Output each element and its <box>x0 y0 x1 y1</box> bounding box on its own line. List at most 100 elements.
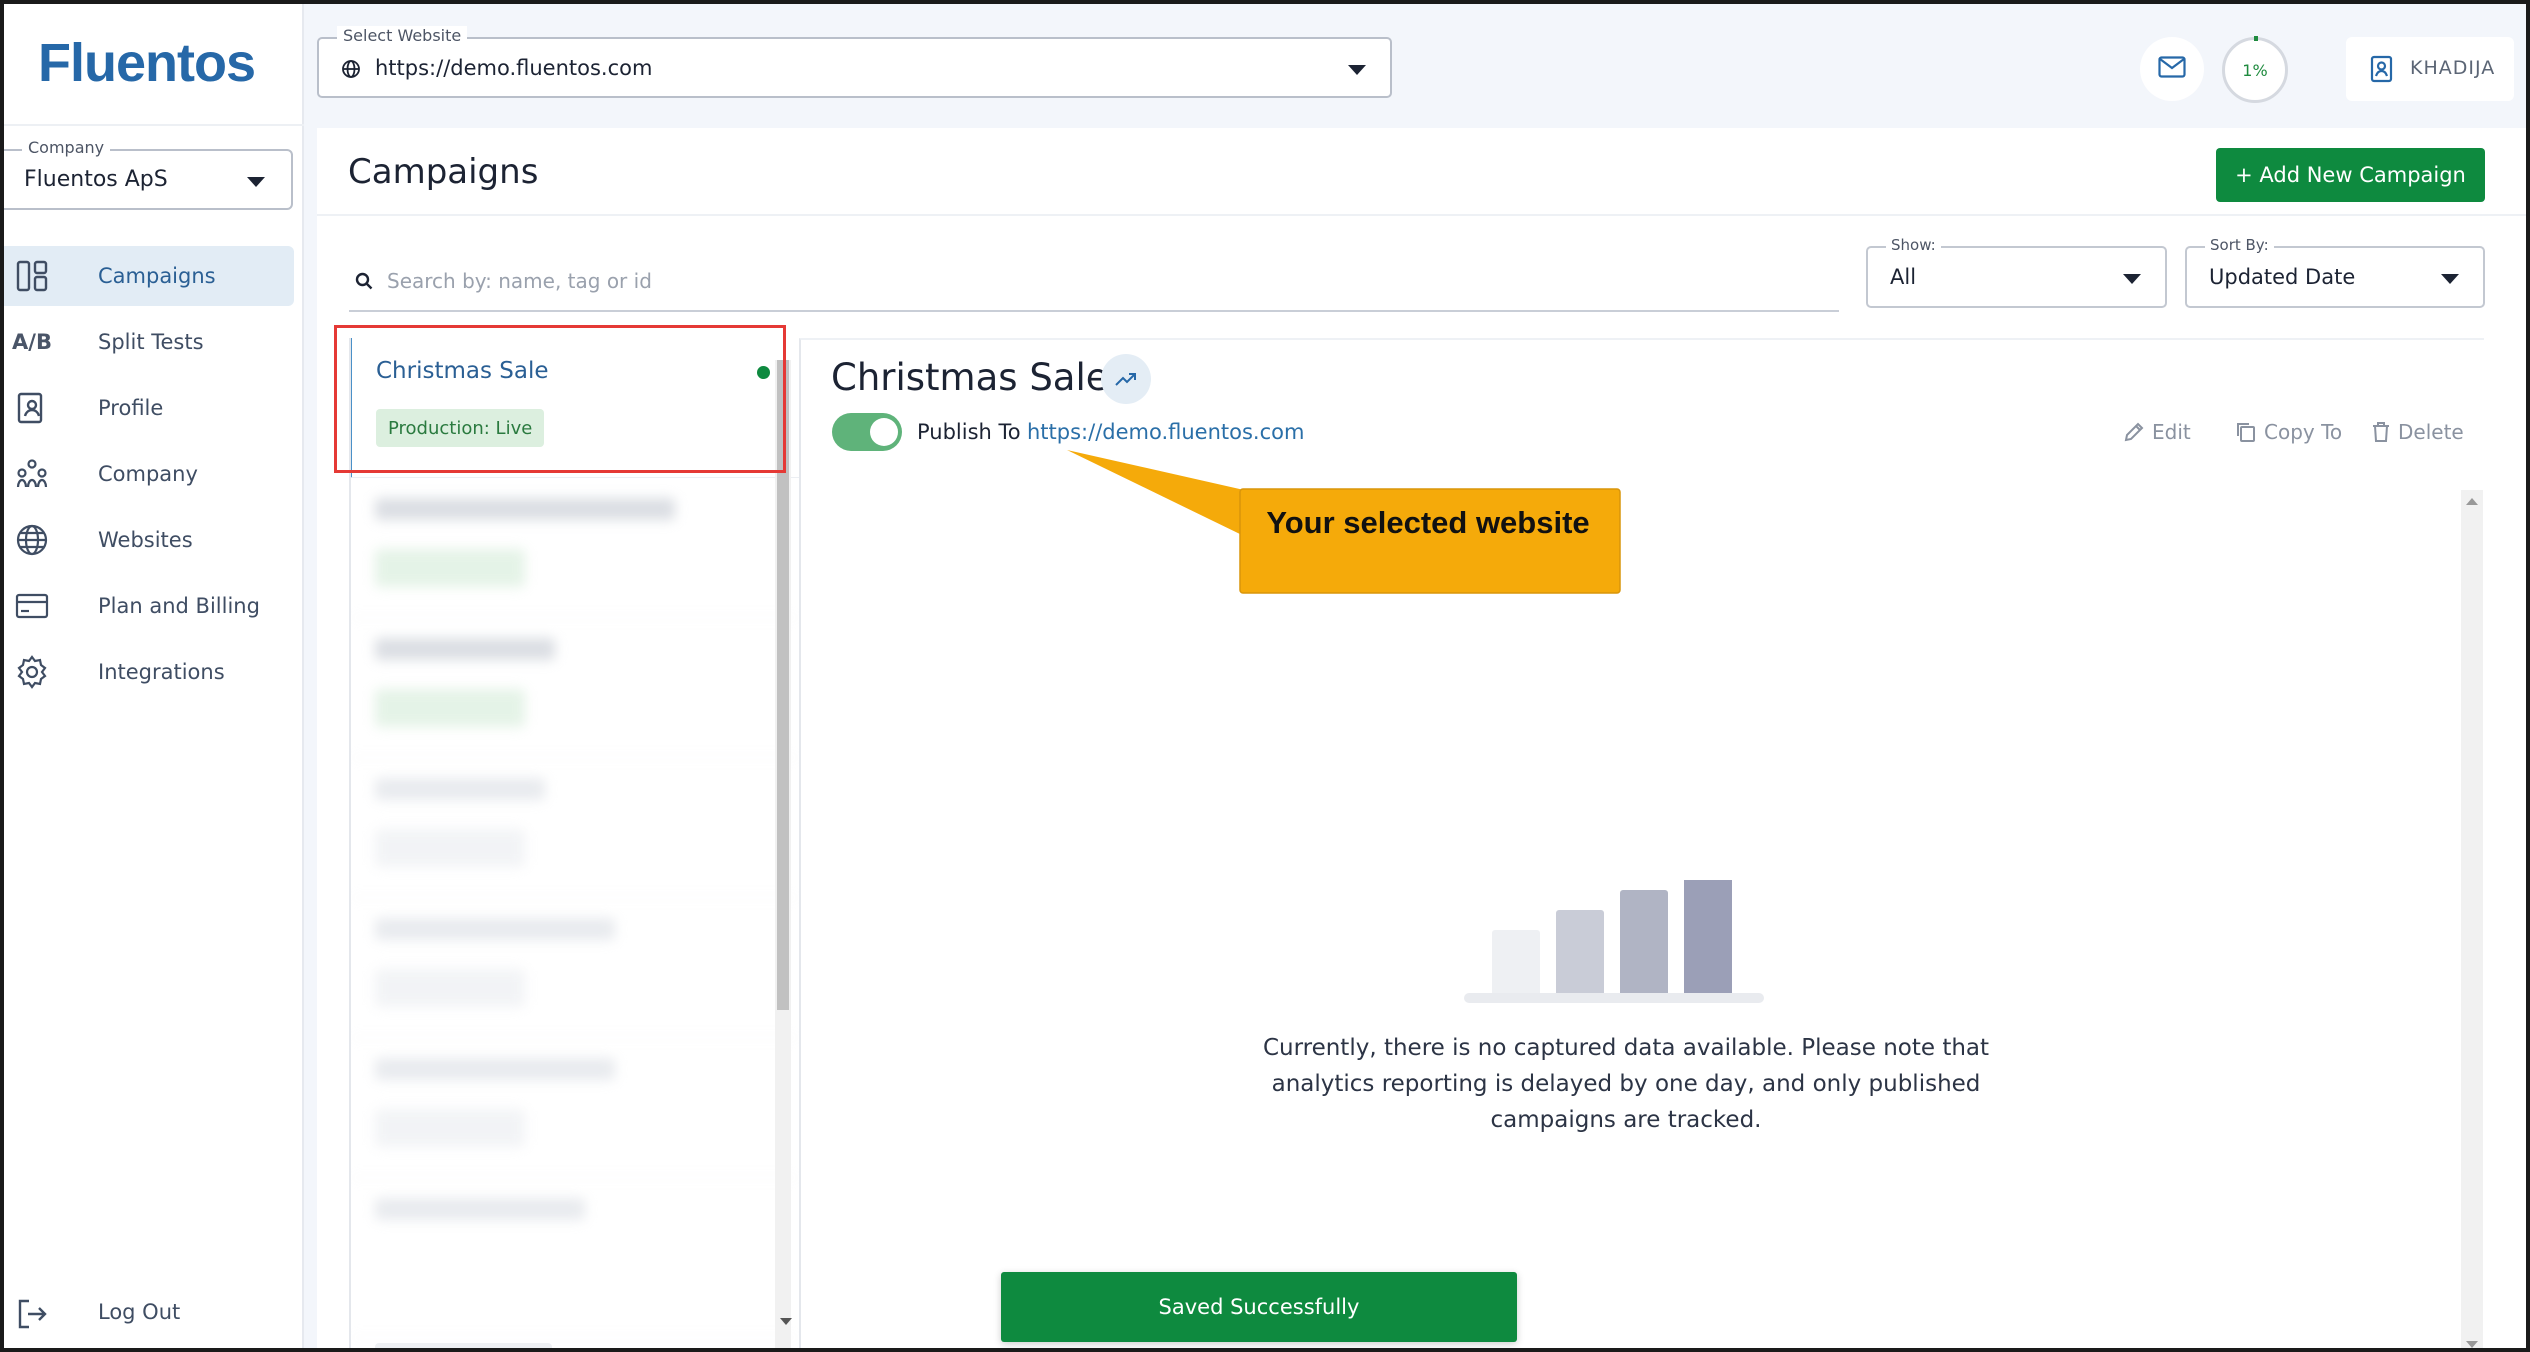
page-title: Campaigns <box>348 152 539 192</box>
copy-icon <box>2237 423 2255 442</box>
campaign-title: Christmas Sale <box>831 356 1109 399</box>
progress-arc <box>2254 36 2258 41</box>
empty-chart-illustration <box>1464 872 1764 1009</box>
company-select-value: Fluentos ApS <box>24 167 168 192</box>
gear-icon <box>14 654 50 690</box>
search-bar <box>349 252 1839 312</box>
detail-scrollbar[interactable] <box>2461 490 2483 1348</box>
sidebar-item-label: Integrations <box>98 660 225 684</box>
sidebar-item-company[interactable]: Company <box>4 444 294 504</box>
sidebar-item-integrations[interactable]: Integrations <box>4 642 294 702</box>
sidebar-item-label: Split Tests <box>98 330 204 354</box>
sidebar-item-label: Campaigns <box>98 264 216 288</box>
main-panel: Campaigns + Add New Campaign Show: All S… <box>317 128 2526 1348</box>
callout-label: Your selected website <box>1266 505 1590 540</box>
publish-toggle[interactable] <box>832 413 902 451</box>
chevron-down-icon <box>2441 274 2459 284</box>
campaign-list-item[interactable] <box>351 898 799 1038</box>
company-select-label: Company <box>22 138 111 157</box>
toggle-knob <box>870 418 898 446</box>
show-filter-select[interactable]: Show: All <box>1866 236 2167 308</box>
highlight-box <box>334 325 786 473</box>
logout-label: Log Out <box>98 1300 181 1324</box>
copy-to-button[interactable]: Copy To <box>2235 420 2342 444</box>
campaign-list-item[interactable] <box>351 478 799 618</box>
logout-button[interactable]: Log Out <box>4 1284 294 1344</box>
company-select[interactable]: Company Fluentos ApS <box>4 138 293 210</box>
sidebar-item-label: Plan and Billing <box>98 594 260 618</box>
status-badge <box>375 1109 525 1147</box>
edit-label: Edit <box>2152 420 2191 444</box>
publish-url-link[interactable]: https://demo.fluentos.com <box>1027 420 1304 444</box>
campaign-list-scrollbar[interactable] <box>775 360 791 1348</box>
campaign-detail: Christmas Sale Publish To https://demo.f… <box>799 338 2484 1348</box>
sidebar-item-profile[interactable]: Profile <box>4 378 294 438</box>
progress-value: 1% <box>2242 60 2268 80</box>
mail-button[interactable] <box>2140 37 2204 101</box>
edit-button[interactable]: Edit <box>2123 420 2191 444</box>
logout-icon <box>14 1296 50 1332</box>
campaign-list-item[interactable] <box>351 1038 799 1178</box>
add-new-campaign-button[interactable]: + Add New Campaign <box>2216 148 2485 202</box>
sidebar-item-plan-and-billing[interactable]: Plan and Billing <box>4 576 294 636</box>
logo: Fluentos <box>38 33 256 93</box>
status-badge <box>375 549 525 587</box>
show-filter-value: All <box>1890 265 1917 289</box>
campaign-name <box>375 918 615 940</box>
campaign-list-item[interactable] <box>351 1178 799 1338</box>
sidebar-item-label: Profile <box>98 396 164 420</box>
campaign-name <box>375 1058 615 1080</box>
status-badge: Production: Offline <box>375 1343 553 1348</box>
campaign-list-item[interactable] <box>351 618 799 758</box>
sidebar-item-campaigns[interactable]: Campaigns <box>4 246 294 306</box>
website-select[interactable]: Select Website https://demo.fluentos.com <box>317 26 1392 98</box>
trending-up-icon <box>1115 373 1136 386</box>
campaign-name <box>375 638 555 660</box>
publish-label: Publish To <box>917 420 1021 444</box>
delete-button[interactable]: Delete <box>2371 420 2464 444</box>
sidebar-item-split-tests[interactable]: A/B Split Tests <box>4 312 294 372</box>
sidebar-item-label: Websites <box>98 528 193 552</box>
chevron-down-icon <box>1348 65 1366 75</box>
saved-toast: Saved Successfully <box>1001 1272 1517 1342</box>
mail-icon <box>2158 56 2186 82</box>
sidebar-item-websites[interactable]: Websites <box>4 510 294 570</box>
delete-label: Delete <box>2398 420 2464 444</box>
scroll-down-arrow[interactable] <box>780 1318 792 1325</box>
company-icon <box>14 456 50 492</box>
analytics-button[interactable] <box>1101 354 1151 404</box>
campaign-list-item[interactable] <box>351 758 799 898</box>
divider <box>317 214 2526 216</box>
sort-by-value: Updated Date <box>2209 265 2356 289</box>
progress-indicator[interactable]: 1% <box>2222 36 2288 103</box>
status-badge <box>375 969 525 1007</box>
user-name: KHADIJA <box>2410 57 2496 79</box>
copy-to-label: Copy To <box>2264 420 2343 444</box>
trash-icon <box>2373 422 2389 442</box>
status-badge <box>375 829 525 867</box>
chevron-down-icon <box>2123 274 2141 284</box>
campaign-name <box>375 498 675 520</box>
campaign-name <box>375 1198 585 1220</box>
divider <box>4 124 304 126</box>
chevron-down-icon <box>247 177 265 187</box>
scroll-up-arrow[interactable] <box>2466 498 2478 505</box>
campaign-list: Christmas Sale Production: Live <box>349 338 799 1348</box>
scroll-down-arrow[interactable] <box>2466 1341 2478 1348</box>
status-badge <box>375 689 525 727</box>
sidebar-item-label: Company <box>98 462 198 486</box>
globe-icon <box>14 522 50 558</box>
sidebar-nav: Campaigns A/B Split Tests Profile Compan… <box>4 246 294 708</box>
pencil-icon <box>2124 422 2144 442</box>
sidebar: Fluentos Company Fluentos ApS Campaigns … <box>4 4 304 1348</box>
campaign-name <box>375 778 545 800</box>
user-menu-button[interactable]: KHADIJA <box>2346 37 2514 101</box>
search-icon <box>355 272 373 294</box>
empty-state-message: Currently, there is no captured data ava… <box>1262 1035 1990 1133</box>
sort-by-select[interactable]: Sort By: Updated Date <box>2185 236 2485 308</box>
app-window: Fluentos Company Fluentos ApS Campaigns … <box>0 0 2530 1352</box>
globe-icon <box>341 59 361 83</box>
show-filter-label: Show: <box>1886 236 1941 254</box>
search-input[interactable] <box>387 264 1787 298</box>
credit-card-icon <box>14 588 50 624</box>
